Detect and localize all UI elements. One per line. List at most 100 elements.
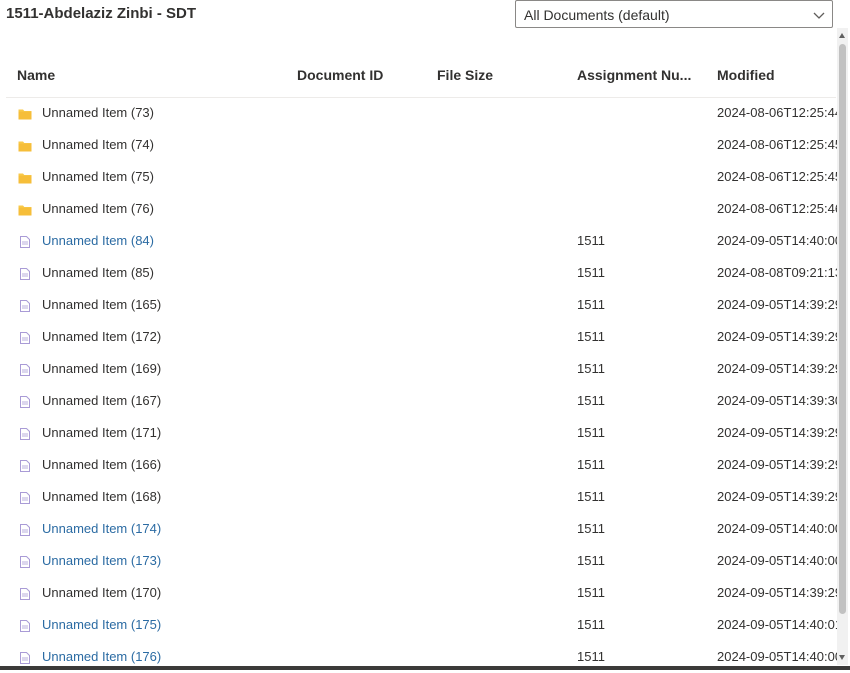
item-name[interactable]: Unnamed Item (76) [42,201,154,216]
list-item[interactable]: Unnamed Item (172) 1511 2024-09-05T14:39:2… [6,321,842,353]
assignment-number: 1511 [577,521,605,536]
list-item[interactable]: Unnamed Item (166) 1511 2024-09-05T14:39:2… [6,449,842,481]
modified-date: 2024-08-06T12:25:45 [717,169,843,184]
document-icon [20,555,30,573]
modified-date: 2024-09-05T14:40:00 [717,553,843,568]
modified-date: 2024-09-05T14:40:00 [717,521,843,536]
document-icon [20,299,30,317]
modified-date: 2024-09-05T14:39:29 [717,585,843,600]
list-item[interactable]: Unnamed Item (75) 2024-08-06T12:25:45 [6,161,842,193]
modified-date: 2024-09-05T14:40:00 [717,233,843,248]
item-name[interactable]: Unnamed Item (169) [42,361,161,376]
item-name[interactable]: Unnamed Item (165) [42,297,161,312]
list-item[interactable]: Unnamed Item (171) 1511 2024-09-05T14:39:2… [6,417,842,449]
assignment-number: 1511 [577,553,605,568]
item-name[interactable]: Unnamed Item (75) [42,169,154,184]
document-icon [20,363,30,381]
list-item[interactable]: Unnamed Item (73) 2024-08-06T12:25:44 [6,97,842,129]
page-title: 1511-Abdelaziz Zinbi - SDT [6,5,197,22]
assignment-number: 1511 [577,649,605,664]
list-item[interactable]: Unnamed Item (168) 1511 2024-09-05T14:39:2… [6,481,842,513]
item-name[interactable]: Unnamed Item (168) [42,489,161,504]
assignment-number: 1511 [577,425,605,440]
modified-date: 2024-09-05T14:39:29 [717,457,843,472]
modified-date: 2024-09-05T14:39:29 [717,297,843,312]
document-icon [20,395,30,413]
list-item[interactable]: Unnamed Item (165) 1511 2024-09-05T14:39:2… [6,289,842,321]
assignment-number: 1511 [577,329,605,344]
column-header-document-id[interactable]: Document ID [297,67,383,83]
list-item[interactable]: Unnamed Item (85) 1511 2024-08-08T09:21:13 [6,257,842,289]
assignment-number: 1511 [577,361,605,376]
document-icon [20,267,30,285]
modified-date: 2024-08-06T12:25:44 [717,105,843,120]
modified-date: 2024-09-05T14:39:30 [717,393,843,408]
item-name[interactable]: Unnamed Item (166) [42,457,161,472]
assignment-number: 1511 [577,457,605,472]
modified-date: 2024-09-05T14:39:29 [717,361,843,376]
document-icon [20,459,30,477]
list-item[interactable]: Unnamed Item (169) 1511 2024-09-05T14:39:2… [6,353,842,385]
modified-date: 2024-09-05T14:39:29 [717,489,843,504]
document-icon [20,587,30,605]
item-name[interactable]: Unnamed Item (170) [42,585,161,600]
vertical-scrollbar[interactable] [837,28,848,665]
item-name[interactable]: Unnamed Item (171) [42,425,161,440]
modified-date: 2024-09-05T14:39:29 [717,425,843,440]
modified-date: 2024-08-08T09:21:13 [717,265,843,280]
item-name[interactable]: Unnamed Item (172) [42,329,161,344]
folder-icon [18,203,32,221]
item-name[interactable]: Unnamed Item (167) [42,393,161,408]
assignment-number: 1511 [577,297,605,312]
view-selector-dropdown[interactable]: All Documents (default) [515,0,833,28]
assignment-number: 1511 [577,233,605,248]
list-item[interactable]: Unnamed Item (175) 1511 2024-09-05T14:40:0… [6,609,842,641]
item-name[interactable]: Unnamed Item (84) [42,233,154,248]
view-selector-value: All Documents (default) [524,7,670,23]
document-icon [20,491,30,509]
assignment-number: 1511 [577,585,605,600]
modified-date: 2024-08-06T12:25:45 [717,137,843,152]
column-header-name[interactable]: Name [17,67,55,83]
item-name[interactable]: Unnamed Item (85) [42,265,154,280]
folder-icon [18,107,32,125]
folder-icon [18,171,32,189]
list-item[interactable]: Unnamed Item (84) 1511 2024-09-05T14:40:00 [6,225,842,257]
list-item[interactable]: Unnamed Item (174) 1511 2024-09-05T14:40:0… [6,513,842,545]
bottom-edge-bar [0,666,850,670]
item-name[interactable]: Unnamed Item (74) [42,137,154,152]
modified-date: 2024-09-05T14:40:00 [717,649,843,664]
list-item[interactable]: Unnamed Item (170) 1511 2024-09-05T14:39:2… [6,577,842,609]
item-name[interactable]: Unnamed Item (174) [42,521,161,536]
document-icon [20,523,30,541]
scrollbar-thumb[interactable] [839,44,846,614]
column-header-file-size[interactable]: File Size [437,67,493,83]
item-name[interactable]: Unnamed Item (73) [42,105,154,120]
list-item[interactable]: Unnamed Item (167) 1511 2024-09-05T14:39:3… [6,385,842,417]
column-header-row: Name Document ID File Size Assignment Nu… [6,58,836,98]
document-list: Unnamed Item (73) 2024-08-06T12:25:44 Unna… [6,97,842,673]
document-icon [20,427,30,445]
list-item[interactable]: Unnamed Item (173) 1511 2024-09-05T14:40:0… [6,545,842,577]
column-header-modified[interactable]: Modified [717,67,775,83]
modified-date: 2024-08-06T12:25:46 [717,201,843,216]
chevron-down-icon [813,12,825,19]
document-icon [20,619,30,637]
modified-date: 2024-09-05T14:39:29 [717,329,843,344]
item-name[interactable]: Unnamed Item (175) [42,617,161,632]
document-icon [20,235,30,253]
document-icon [20,331,30,349]
assignment-number: 1511 [577,489,605,504]
modified-date: 2024-09-05T14:40:01 [717,617,843,632]
scroll-down-arrow-icon[interactable] [839,655,845,660]
assignment-number: 1511 [577,617,605,632]
item-name[interactable]: Unnamed Item (173) [42,553,161,568]
list-item[interactable]: Unnamed Item (74) 2024-08-06T12:25:45 [6,129,842,161]
item-name[interactable]: Unnamed Item (176) [42,649,161,664]
list-item[interactable]: Unnamed Item (76) 2024-08-06T12:25:46 [6,193,842,225]
scroll-up-arrow-icon[interactable] [839,33,845,38]
column-header-assignment-number[interactable]: Assignment Nu... [577,67,691,83]
assignment-number: 1511 [577,265,605,280]
folder-icon [18,139,32,157]
assignment-number: 1511 [577,393,605,408]
